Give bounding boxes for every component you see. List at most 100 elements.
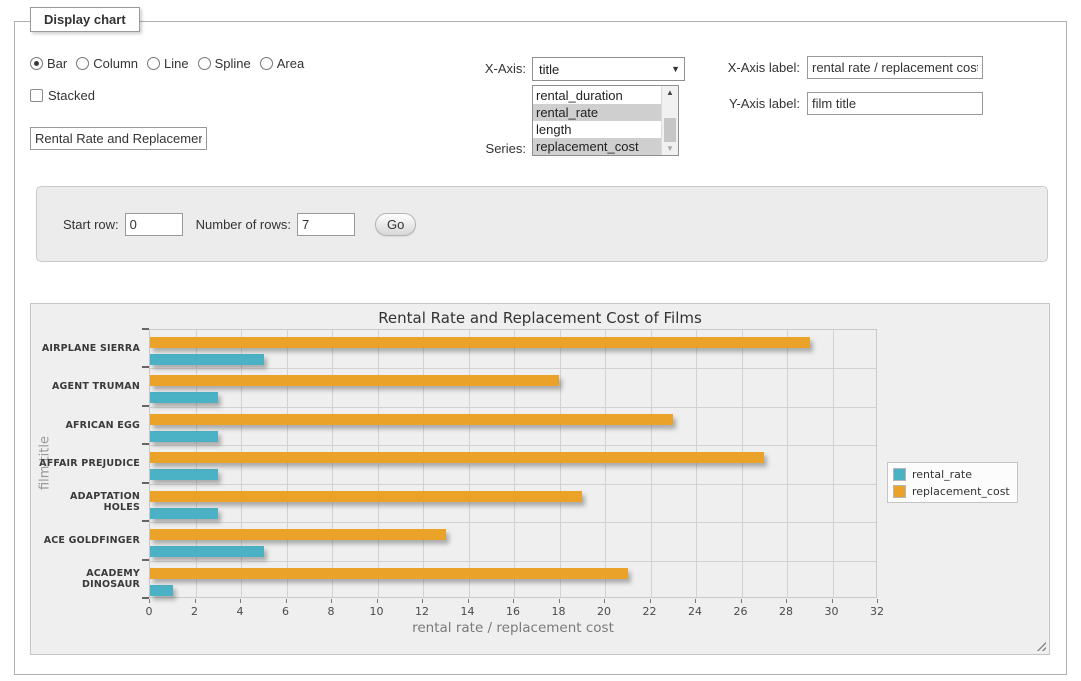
gridline — [378, 330, 379, 597]
stacked-label: Stacked — [48, 88, 95, 103]
y-axis-label-input[interactable] — [807, 92, 983, 115]
gridline — [787, 330, 788, 597]
radio-icon — [147, 57, 160, 70]
gridline — [150, 445, 876, 446]
x-tick-label: 18 — [552, 605, 566, 618]
x-tick-label: 16 — [506, 605, 520, 618]
x-tick-label: 10 — [370, 605, 384, 618]
start-row-input[interactable] — [125, 213, 183, 236]
series-options: rental_durationrental_ratelengthreplacem… — [533, 87, 661, 155]
x-tick-label: 0 — [146, 605, 153, 618]
x-axis-tick — [650, 599, 651, 603]
gridline — [651, 330, 652, 597]
x-axis-tick — [286, 599, 287, 603]
x-axis-tick — [422, 599, 423, 603]
gridline — [150, 368, 876, 369]
y-axis-tick — [142, 482, 149, 484]
gridline — [833, 330, 834, 597]
stacked-checkbox[interactable] — [30, 89, 43, 102]
plot-area — [149, 329, 877, 598]
gridline — [514, 330, 515, 597]
chart-type-radio-area[interactable]: Area — [260, 56, 304, 71]
replacement_cost-bar — [150, 414, 673, 425]
rental_rate-bar — [150, 585, 173, 596]
gridline — [150, 522, 876, 523]
x-axis-tick — [468, 599, 469, 603]
x-tick-label: 14 — [461, 605, 475, 618]
gridline — [150, 561, 876, 562]
x-tick-label: 20 — [597, 605, 611, 618]
scrollbar-up-icon[interactable]: ▲ — [662, 86, 678, 99]
gridline — [423, 330, 424, 597]
x-tick-label: 22 — [643, 605, 657, 618]
rental_rate-bar — [150, 392, 218, 403]
chart-type-radio-group: Bar Column Line Spline Area — [30, 56, 313, 71]
x-tick-label: 26 — [734, 605, 748, 618]
rental_rate-bar — [150, 469, 218, 480]
series-option-length[interactable]: length — [533, 121, 661, 138]
series-listbox[interactable]: rental_durationrental_ratelengthreplacem… — [532, 85, 679, 156]
x-axis-selected-value: title — [539, 62, 559, 77]
x-axis-tick — [377, 599, 378, 603]
fieldset-legend: Display chart — [30, 7, 140, 32]
x-axis-tick — [877, 599, 878, 603]
category-label: ADAPTATION HOLES — [31, 483, 140, 521]
scrollbar-thumb[interactable] — [664, 118, 676, 142]
go-button[interactable]: Go — [375, 213, 416, 236]
x-tick-label: 24 — [688, 605, 702, 618]
series-option-rental_duration[interactable]: rental_duration — [533, 87, 661, 104]
x-axis-tick — [832, 599, 833, 603]
row-controls-panel: Start row: Number of rows: Go — [36, 186, 1048, 262]
chart-legend: rental_rate replacement_cost — [887, 462, 1018, 503]
num-rows-label: Number of rows: — [196, 217, 291, 232]
y-axis-tick — [142, 597, 149, 599]
category-label: ACADEMY DINOSAUR — [31, 560, 140, 598]
legend-swatch — [893, 485, 906, 498]
category-label: ACE GOLDFINGER — [31, 521, 140, 559]
y-axis-tick — [142, 366, 149, 368]
category-label: AFRICAN EGG — [31, 406, 140, 444]
x-axis-tick — [149, 599, 150, 603]
x-tick-label: 6 — [282, 605, 289, 618]
x-axis-tick — [331, 599, 332, 603]
scrollbar-down-icon[interactable]: ▼ — [662, 142, 678, 155]
chart-container: Rental Rate and Replacement Cost of Film… — [30, 303, 1050, 655]
x-axis-label-input[interactable] — [807, 56, 983, 79]
legend-item-rental_rate: rental_rate — [893, 468, 1010, 481]
radio-icon — [76, 57, 89, 70]
x-axis-tick — [513, 599, 514, 603]
chart-type-radio-spline[interactable]: Spline — [198, 56, 251, 71]
replacement_cost-bar — [150, 568, 628, 579]
x-axis-tick — [240, 599, 241, 603]
stacked-checkbox-row[interactable]: Stacked — [30, 88, 95, 103]
y-axis-tick — [142, 520, 149, 522]
legend-item-replacement_cost: replacement_cost — [893, 485, 1010, 498]
gridline — [287, 330, 288, 597]
chart-type-radio-bar[interactable]: Bar — [30, 56, 67, 71]
series-option-rental_rate[interactable]: rental_rate — [533, 104, 661, 121]
listbox-scrollbar[interactable]: ▲ ▼ — [661, 86, 678, 155]
x-axis-tick — [786, 599, 787, 603]
replacement_cost-bar — [150, 337, 810, 348]
num-rows-input[interactable] — [297, 213, 355, 236]
replacement_cost-bar — [150, 452, 764, 463]
rental_rate-bar — [150, 508, 218, 519]
chart-type-radio-column[interactable]: Column — [76, 56, 138, 71]
chart-title-input[interactable] — [30, 127, 207, 150]
legend-swatch — [893, 468, 906, 481]
radio-label: Spline — [215, 56, 251, 71]
x-axis-select[interactable]: title ▼ — [532, 57, 685, 81]
gridline — [696, 330, 697, 597]
x-axis-title: rental rate / replacement cost — [149, 620, 877, 636]
x-axis-tick — [604, 599, 605, 603]
x-axis-label-label: X-Axis label: — [700, 60, 800, 75]
resize-grip-icon[interactable] — [1035, 640, 1046, 651]
x-tick-label: 2 — [191, 605, 198, 618]
chart-type-radio-line[interactable]: Line — [147, 56, 189, 71]
radio-icon — [30, 57, 43, 70]
series-option-replacement_cost[interactable]: replacement_cost — [533, 138, 661, 155]
radio-label: Column — [93, 56, 138, 71]
replacement_cost-bar — [150, 375, 559, 386]
start-row-label: Start row: — [63, 217, 119, 232]
legend-label: rental_rate — [912, 468, 972, 481]
